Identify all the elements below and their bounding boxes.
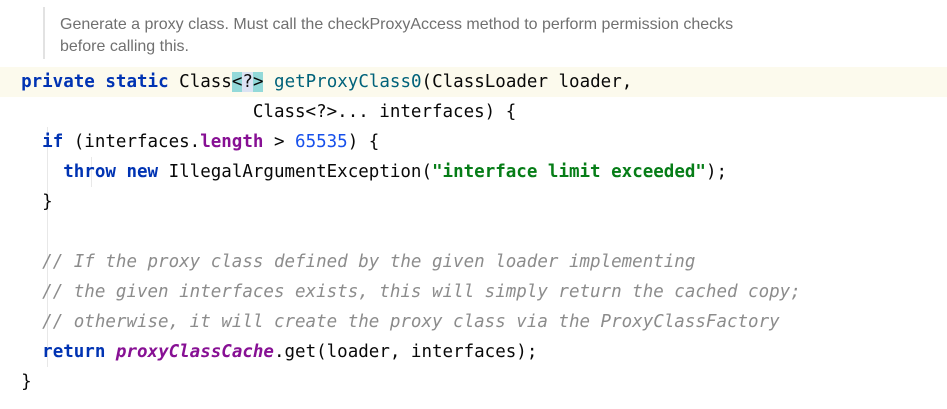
code-line-throw[interactable]: throw new IllegalArgumentException("inte… [0, 157, 947, 187]
exception-class: IllegalArgumentException( [168, 162, 433, 182]
doc-comment-line-1: Generate a proxy class. Must call the ch… [60, 16, 734, 33]
static-field-proxy-class-cache: proxyClassCache [115, 342, 274, 362]
operator: > [263, 132, 296, 152]
code-line-params-continued[interactable]: Class<?>... interfaces) { [0, 97, 947, 127]
throw-post: ); [705, 162, 728, 182]
code-editor[interactable]: private static Class<?> getProxyClass0(C… [0, 67, 947, 397]
string-literal: "interface limit exceeded" [432, 162, 706, 182]
code-line-if[interactable]: if (interfaces.length > 65535) { [0, 127, 947, 157]
doc-comment-line-2: before calling this. [60, 38, 189, 55]
line-comment-1: // If the proxy class defined by the giv… [42, 252, 696, 272]
code-line-method-close[interactable]: } [0, 367, 947, 397]
number-literal: 65535 [295, 132, 348, 152]
code-line-return[interactable]: return proxyClassCache.get(loader, inter… [0, 337, 947, 367]
keyword-new: new [126, 162, 159, 182]
method-name: getProxyClass0 [274, 72, 422, 92]
closing-brace-method: } [21, 372, 32, 392]
return-call: .get(loader, interfaces); [273, 342, 538, 362]
keyword-if: if [42, 132, 64, 152]
closing-brace-if: } [42, 192, 53, 212]
return-type: Class [179, 72, 232, 92]
keyword-private: private [21, 72, 95, 92]
javadoc-rendered-comment: Generate a proxy class. Must call the ch… [43, 7, 923, 59]
generic-close-bracket: > [252, 72, 264, 92]
line-comment-2: // the given interfaces exists, this wil… [42, 282, 801, 302]
code-line-comment-3[interactable]: // otherwise, it will create the proxy c… [0, 307, 947, 337]
code-line-method-signature[interactable]: private static Class<?> getProxyClass0(C… [0, 67, 947, 97]
code-line-comment-2[interactable]: // the given interfaces exists, this wil… [0, 277, 947, 307]
generic-open-bracket: < [231, 72, 243, 92]
line-comment-3: // otherwise, it will create the proxy c… [42, 312, 780, 332]
if-condition-pre: (interfaces. [63, 132, 201, 152]
keyword-static: static [105, 72, 169, 92]
keyword-return: return [42, 342, 106, 362]
params-continued: Class<?>... interfaces) { [252, 102, 517, 122]
method-params: (ClassLoader loader, [421, 72, 633, 92]
code-line-comment-1[interactable]: // If the proxy class defined by the giv… [0, 247, 947, 277]
field-length: length [200, 132, 264, 152]
generic-wildcard: ? [242, 72, 253, 92]
code-line-blank[interactable] [0, 217, 947, 247]
if-condition-post: ) { [347, 132, 380, 152]
code-line-if-close[interactable]: } [0, 187, 947, 217]
keyword-throw: throw [63, 162, 116, 182]
